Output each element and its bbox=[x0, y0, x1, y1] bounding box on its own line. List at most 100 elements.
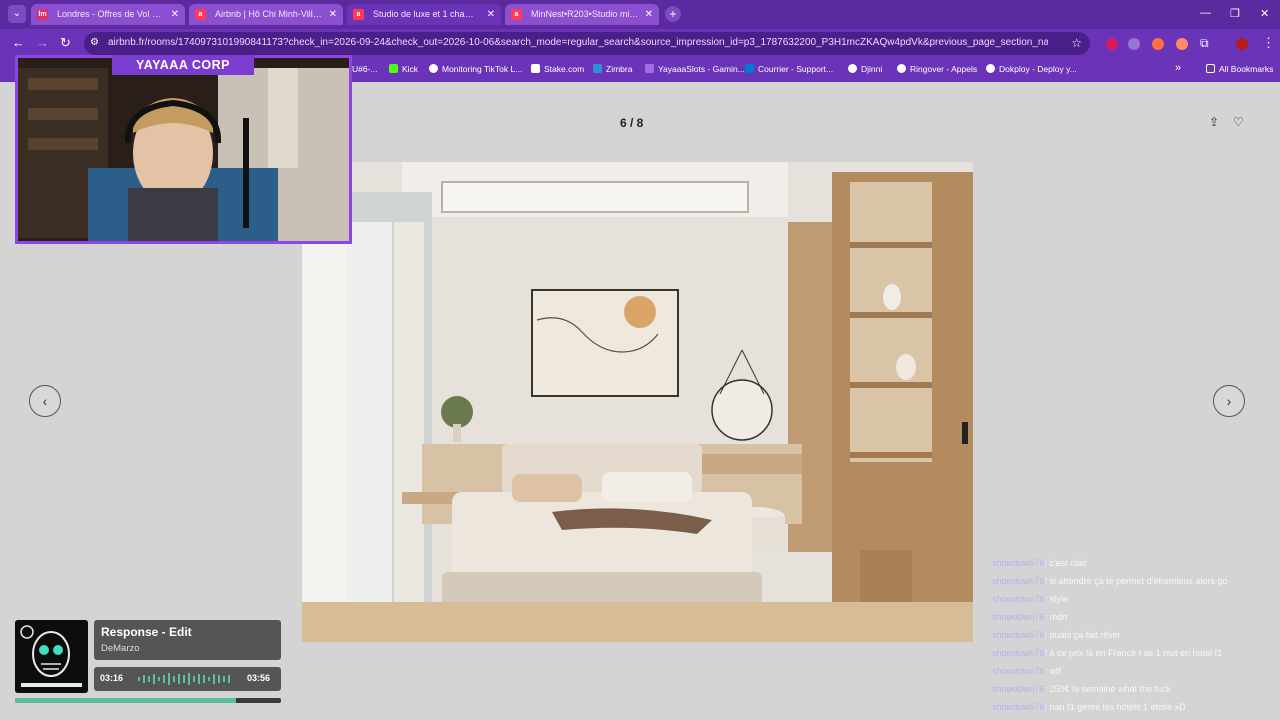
tab-londres[interactable]: lm Londres - Offres de Vol + Hôtel ✕ bbox=[31, 4, 185, 25]
chat-text: : à ce prix là en France t as 1 nuit en … bbox=[1044, 648, 1223, 658]
extensions-puzzle-icon[interactable]: ⧉ bbox=[1200, 36, 1209, 50]
back-arrow-icon[interactable]: ← bbox=[12, 36, 25, 50]
globe-icon bbox=[986, 64, 995, 73]
skull-mask-icon bbox=[15, 620, 88, 693]
bookmark-item[interactable]: YayaaaSlots - Gamin... bbox=[645, 64, 745, 74]
streamer-webcam-image bbox=[18, 58, 349, 241]
bookmarks-overflow-icon[interactable]: » bbox=[1175, 62, 1181, 74]
chat-text: : si attendre ça te permet d'etremieux a… bbox=[1044, 576, 1228, 586]
bookmark-item[interactable]: Ringover - Appels bbox=[897, 64, 977, 74]
track-artist: DeMarzo bbox=[101, 643, 140, 654]
bookmark-star-icon[interactable]: ☆ bbox=[1071, 36, 1082, 50]
chat-text: : ouais ça fait rêver bbox=[1044, 630, 1121, 640]
next-photo-button[interactable]: › bbox=[1213, 385, 1245, 417]
chat-username[interactable]: showdown76 bbox=[992, 630, 1045, 640]
total-duration: 03:56 bbox=[247, 673, 271, 683]
chat-username[interactable]: showdown76 bbox=[992, 612, 1045, 622]
chat-text: : 250€ la semaine what the fuck bbox=[1044, 684, 1172, 694]
profile-avatar[interactable] bbox=[1236, 38, 1248, 50]
heart-icon[interactable]: ♡ bbox=[1233, 115, 1244, 129]
tab-search-button[interactable]: ⌄ bbox=[8, 5, 26, 23]
chat-message: showdown76: nan f1 genre les hôtels 1 et… bbox=[992, 698, 1272, 716]
chat-text: : c'est clair bbox=[1044, 558, 1087, 568]
globe-icon bbox=[848, 64, 857, 73]
airbnb-favicon-icon: a bbox=[195, 9, 206, 20]
tab-strip: ⌄ lm Londres - Offres de Vol + Hôtel ✕ a… bbox=[0, 0, 1280, 29]
chat-message: showdown76: c'est clair bbox=[992, 554, 1272, 572]
airbnb-favicon-icon: a bbox=[353, 9, 364, 20]
reload-icon[interactable]: ↻ bbox=[60, 36, 71, 50]
maximize-icon[interactable]: ❐ bbox=[1230, 7, 1240, 20]
bookmark-item[interactable]: Djinni bbox=[848, 64, 882, 74]
minimize-icon[interactable]: — bbox=[1200, 7, 1211, 19]
address-bar[interactable]: ⚙ airbnb.fr/rooms/1740973101990841173?ch… bbox=[84, 32, 1090, 55]
globe-icon bbox=[429, 64, 438, 73]
zimbra-icon bbox=[593, 64, 602, 73]
webcam-banner: YAYAAA CORP bbox=[112, 55, 254, 75]
webcam-overlay bbox=[15, 55, 352, 244]
bookmark-item[interactable]: Courrier - Support... bbox=[745, 64, 833, 74]
bookmark-item[interactable]: Kick bbox=[389, 64, 418, 74]
tab-minnest[interactable]: a MinNest•R203•Studio minimali ✕ bbox=[505, 4, 659, 25]
audio-waveform-icon bbox=[138, 673, 230, 685]
listing-photo-bedroom bbox=[302, 162, 973, 642]
chat-message: showdown76: si attendre ça te permet d'e… bbox=[992, 572, 1272, 590]
bookmark-item[interactable]: U#6-... bbox=[352, 64, 378, 74]
chat-text: : style bbox=[1044, 594, 1069, 604]
bookmark-item[interactable]: Monitoring TikTok L... bbox=[429, 64, 522, 74]
forward-arrow-icon[interactable]: → bbox=[36, 36, 49, 50]
outlook-icon bbox=[745, 64, 754, 73]
chat-username[interactable]: showdown76 bbox=[992, 702, 1045, 712]
stake-icon bbox=[531, 64, 540, 73]
music-progress-bar bbox=[15, 698, 281, 703]
chat-username[interactable]: showdown76 bbox=[992, 594, 1045, 604]
site-info-icon[interactable]: ⚙ bbox=[90, 37, 99, 48]
close-tab-icon[interactable]: ✕ bbox=[171, 4, 179, 25]
all-bookmarks-button[interactable]: All Bookmarks bbox=[1206, 64, 1273, 74]
close-window-icon[interactable]: ✕ bbox=[1260, 7, 1269, 20]
album-cover-image bbox=[15, 620, 88, 693]
tab-title: Studio de luxe et 1 chambre, 1 bbox=[373, 9, 495, 19]
tab-title: MinNest•R203•Studio minimali bbox=[531, 9, 653, 19]
new-tab-button[interactable]: + bbox=[665, 6, 681, 22]
music-info-panel: Response - Edit DeMarzo bbox=[94, 620, 281, 660]
browser-menu-icon[interactable]: ⋮ bbox=[1262, 36, 1275, 50]
close-tab-icon[interactable]: ✕ bbox=[329, 4, 337, 25]
close-tab-icon[interactable]: ✕ bbox=[487, 4, 495, 25]
chat-username[interactable]: showdown76 bbox=[992, 648, 1045, 658]
chat-message: showdown76: style bbox=[992, 590, 1272, 608]
chat-username[interactable]: showdown76 bbox=[992, 666, 1045, 676]
chat-username[interactable]: showdown76 bbox=[992, 558, 1045, 568]
tab-airbnb-hcmc[interactable]: a Airbnb | Hô Chi Minh-Ville - Lo ✕ bbox=[189, 4, 343, 25]
chat-message: showdown76: à ce prix là en France t as … bbox=[992, 644, 1272, 662]
airbnb-favicon-icon: a bbox=[511, 9, 522, 20]
share-icon[interactable]: ⇪ bbox=[1209, 115, 1219, 129]
chat-username[interactable]: showdown76 bbox=[992, 576, 1045, 586]
music-time-panel: 03:16 03:56 bbox=[94, 667, 281, 691]
tab-studio-de-luxe[interactable]: a Studio de luxe et 1 chambre, 1 ✕ bbox=[347, 4, 501, 25]
folder-icon bbox=[1206, 64, 1215, 73]
chat-text: : wtf bbox=[1044, 666, 1062, 676]
previous-photo-button[interactable]: ‹ bbox=[29, 385, 61, 417]
stream-chat: showdown76: c'est clair showdown76: si at… bbox=[992, 554, 1272, 720]
chat-message: showdown76: ouais ça fait rêver bbox=[992, 626, 1272, 644]
tab-title: Airbnb | Hô Chi Minh-Ville - Lo bbox=[215, 9, 336, 19]
tab-title: Londres - Offres de Vol + Hôtel bbox=[57, 9, 179, 19]
track-title: Response - Edit bbox=[101, 625, 192, 639]
extension-icon[interactable] bbox=[1128, 38, 1140, 50]
chat-username[interactable]: showdown76 bbox=[992, 684, 1045, 694]
chat-text: : mdrr bbox=[1044, 612, 1069, 622]
bookmark-item[interactable]: Dokploy - Deploy y... bbox=[986, 64, 1077, 74]
extension-icon[interactable] bbox=[1106, 38, 1118, 50]
extension-icon[interactable] bbox=[1176, 38, 1188, 50]
url-text[interactable]: airbnb.fr/rooms/1740973101990841173?chec… bbox=[108, 37, 1048, 48]
chat-message: showdown76: wtf bbox=[992, 662, 1272, 680]
lastminute-favicon-icon: lm bbox=[37, 9, 48, 20]
kick-icon bbox=[389, 64, 398, 73]
photo-counter: 6 / 8 bbox=[620, 116, 644, 130]
chat-message: showdown76: grave style ça donne envie bbox=[992, 716, 1272, 720]
bookmark-item[interactable]: Zimbra bbox=[593, 64, 632, 74]
extension-icon[interactable] bbox=[1152, 38, 1164, 50]
close-tab-icon[interactable]: ✕ bbox=[645, 4, 653, 25]
bookmark-item[interactable]: Stake.com bbox=[531, 64, 584, 74]
